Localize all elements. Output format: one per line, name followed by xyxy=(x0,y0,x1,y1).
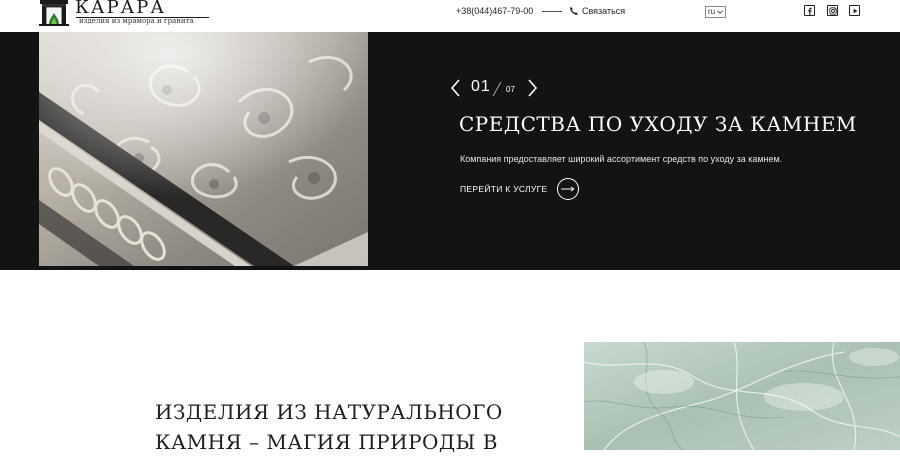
chevron-down-icon xyxy=(717,10,723,14)
hero-description: Компания предоставляет широкий ассортиме… xyxy=(460,154,783,164)
logo[interactable]: КАРАРА изделия из мрамора и гранита xyxy=(39,0,209,30)
language-value: ru xyxy=(708,7,716,16)
contact-button[interactable]: Связаться xyxy=(582,6,625,16)
logo-tagline: изделия из мрамора и гранита xyxy=(79,17,194,25)
slide-separator xyxy=(492,81,502,97)
marble-floor-image xyxy=(39,32,368,266)
arrow-right-icon xyxy=(560,186,575,192)
about-title-line-2: КАМНЯ – МАГИЯ ПРИРОДЫ В xyxy=(155,430,498,454)
phone-icon xyxy=(570,7,578,15)
hero-slider: 01 07 СРЕДСТВА ПО УХОДУ ЗА КАМНЕМ Компан… xyxy=(0,32,900,270)
youtube-icon xyxy=(853,8,857,13)
about-title-line-1: ИЗДЕЛИЯ ИЗ НАТУРАЛЬНОГО xyxy=(155,400,503,424)
instagram-link[interactable] xyxy=(827,5,838,16)
phone-divider xyxy=(542,11,562,12)
chevron-left-icon[interactable] xyxy=(450,78,462,98)
slider-pagination: 01 07 xyxy=(450,78,540,100)
about-section-title: ИЗДЕЛИЯ ИЗ НАТУРАЛЬНОГО КАМНЯ – МАГИЯ ПР… xyxy=(155,397,503,457)
fireplace-logo-icon xyxy=(39,0,69,26)
chevron-right-icon[interactable] xyxy=(526,78,538,98)
marble-texture-image xyxy=(584,342,900,450)
hero-title: СРЕДСТВА ПО УХОДУ ЗА КАМНЕМ xyxy=(459,112,857,136)
youtube-link[interactable] xyxy=(849,5,860,16)
hero-slide-image xyxy=(39,32,368,266)
current-slide-number: 01 xyxy=(471,78,491,95)
go-to-service-button[interactable]: ПЕРЕЙТИ К УСЛУГЕ xyxy=(460,177,579,201)
facebook-link[interactable] xyxy=(804,5,815,16)
phone-number-link[interactable]: +38(044)467-79-00 xyxy=(456,6,533,16)
green-marble-image xyxy=(584,342,900,450)
total-slides-number: 07 xyxy=(506,85,515,94)
logo-name: КАРАРА xyxy=(75,0,167,18)
arrow-right-circle-icon xyxy=(556,178,579,200)
instagram-icon xyxy=(828,6,837,15)
go-to-service-label: ПЕРЕЙТИ К УСЛУГЕ xyxy=(460,184,548,194)
language-select[interactable]: ru xyxy=(705,6,727,18)
site-header: КАРАРА изделия из мрамора и гранита +38(… xyxy=(0,0,900,32)
facebook-icon xyxy=(807,7,812,15)
